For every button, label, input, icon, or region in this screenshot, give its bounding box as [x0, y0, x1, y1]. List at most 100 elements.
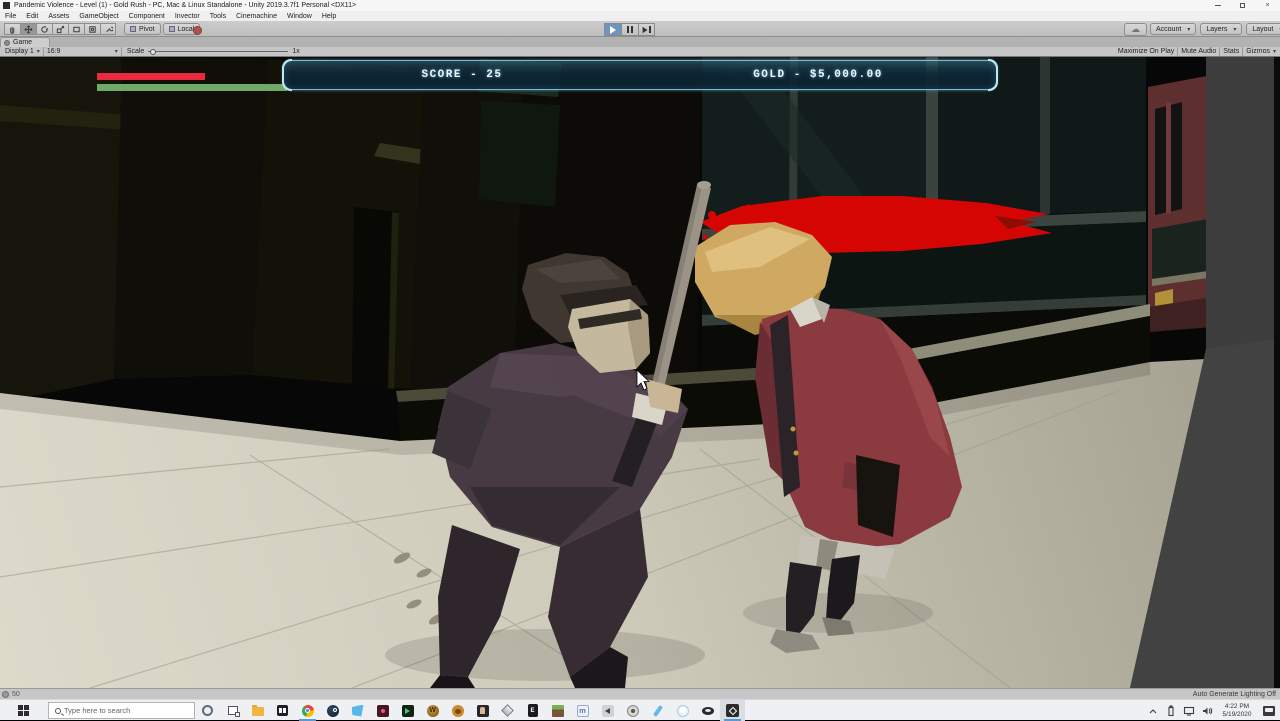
gizmos-dropdown[interactable]: Gizmos ▾ [1243, 47, 1279, 56]
step-button[interactable] [638, 23, 655, 36]
inkscape-button[interactable] [495, 700, 520, 721]
game-dark-red-icon [377, 705, 389, 717]
feather-app-icon [652, 704, 662, 716]
task-view-button[interactable] [220, 700, 245, 721]
maximize-button[interactable] [1230, 0, 1255, 11]
account-dropdown[interactable]: Account ▾ [1150, 23, 1196, 35]
microsoft-store-icon [277, 705, 288, 716]
play-button[interactable] [604, 23, 621, 36]
scale-tool-button[interactable] [52, 23, 68, 35]
camera-app-button[interactable] [620, 700, 645, 721]
custom-tool-button[interactable] [100, 23, 116, 35]
tab-game[interactable]: Game [0, 37, 50, 47]
local-label: Local [178, 26, 195, 33]
game-dark-red-button[interactable] [370, 700, 395, 721]
menu-help[interactable]: Help [317, 13, 341, 20]
menu-file[interactable]: File [0, 13, 21, 20]
file-explorer-button[interactable] [245, 700, 270, 721]
display-tray-button[interactable] [1180, 700, 1198, 721]
menu-window[interactable]: Window [282, 13, 317, 20]
scale-label: Scale [127, 48, 145, 55]
layers-dropdown[interactable]: Layers ▾ [1200, 23, 1242, 35]
paint3d-button[interactable] [345, 700, 370, 721]
game-viewport[interactable]: SCORE - 25 GOLD - $5,000.00 [0, 57, 1280, 688]
epic-games-button[interactable]: E [520, 700, 545, 721]
rotate-tool-button[interactable] [36, 23, 52, 35]
menu-gameobject[interactable]: GameObject [74, 13, 123, 20]
lighting-status[interactable]: Auto Generate Lighting Off [1193, 691, 1276, 698]
menu-invector[interactable]: Invector [170, 13, 205, 20]
close-button[interactable]: × [1255, 0, 1280, 11]
game-scene [0, 57, 1280, 688]
transform-tool-button[interactable] [84, 23, 100, 35]
mail-app-button[interactable]: m [570, 700, 595, 721]
pause-button[interactable] [621, 23, 638, 36]
view-tabstrip: Game [0, 37, 1280, 47]
console-message-icon[interactable] [2, 691, 9, 698]
taskbar-search[interactable] [48, 702, 195, 719]
collab-cloud-button[interactable]: ☁ [1124, 23, 1147, 36]
stats-toggle[interactable]: Stats [1220, 47, 1243, 56]
display-dropdown[interactable]: Display 1 ▾ [2, 47, 44, 56]
oval-app-button[interactable] [695, 700, 720, 721]
menu-component[interactable]: Component [124, 13, 170, 20]
layout-dropdown[interactable]: Layout ▾ [1246, 23, 1280, 35]
rotate-icon [40, 25, 49, 34]
water-drop-app-button[interactable] [670, 700, 695, 721]
pause-icon [627, 26, 633, 33]
pivot-toggle[interactable]: Pivot [124, 23, 161, 35]
unity-taskbar-button[interactable] [720, 700, 745, 721]
collab-status-icon[interactable] [193, 26, 202, 35]
microsoft-store-button[interactable] [270, 700, 295, 721]
menu-assets[interactable]: Assets [43, 13, 74, 20]
steam-button[interactable] [320, 700, 345, 721]
game-green-icon [402, 705, 414, 717]
menu-cinemachine[interactable]: Cinemachine [231, 13, 282, 20]
health-bar-green [97, 84, 287, 91]
game-gold-button[interactable] [445, 700, 470, 721]
battery-icon [1167, 705, 1175, 717]
warcraft-icon: W [427, 705, 439, 717]
maximize-on-play-toggle[interactable]: Maximize On Play [1115, 47, 1178, 56]
chrome-button[interactable] [295, 700, 320, 721]
volume-tray-button[interactable] [1198, 700, 1216, 721]
unity-toolbar: Pivot Local ☁ Account ▾ Layers ▾ Layo [0, 21, 1280, 37]
minecraft-button[interactable] [545, 700, 570, 721]
hand-tool-button[interactable] [4, 23, 20, 35]
rect-tool-button[interactable] [68, 23, 84, 35]
search-input[interactable] [64, 706, 174, 715]
battery-tray-button[interactable] [1162, 700, 1180, 721]
start-button[interactable] [6, 700, 40, 721]
mute-audio-toggle[interactable]: Mute Audio [1178, 47, 1220, 56]
scale-slider[interactable] [148, 51, 288, 52]
console-message[interactable]: 50 [12, 691, 20, 698]
windows-taskbar: W E m 4:22 PM 5/19/20 [0, 699, 1280, 720]
move-icon [24, 25, 33, 34]
game-green-button[interactable] [395, 700, 420, 721]
feather-app-button[interactable] [645, 700, 670, 721]
hud-bracket-left [282, 59, 292, 91]
gold-text: GOLD - $5,000.00 [640, 61, 996, 89]
menu-tools[interactable]: Tools [205, 13, 231, 20]
steam-icon [327, 705, 339, 717]
aspect-ratio-dropdown[interactable]: 16:9 ▾ [44, 47, 122, 56]
game-character-icon [477, 705, 489, 717]
hand-icon [8, 25, 17, 34]
chevron-down-icon: ▾ [1233, 26, 1236, 33]
move-tool-button[interactable] [20, 23, 36, 35]
scale-slider-knob[interactable] [150, 49, 156, 55]
warcraft-button[interactable]: W [420, 700, 445, 721]
pivot-icon [130, 26, 136, 32]
menu-edit[interactable]: Edit [21, 13, 43, 20]
tray-expand-button[interactable] [1144, 700, 1162, 721]
action-center-button[interactable] [1258, 700, 1280, 721]
taskbar-clock[interactable]: 4:22 PM 5/19/2020 [1216, 703, 1258, 719]
account-label: Account [1156, 26, 1181, 33]
chevron-up-icon [1148, 707, 1158, 715]
menubar: File Edit Assets GameObject Component In… [0, 11, 1280, 21]
game-character-button[interactable] [470, 700, 495, 721]
minimize-button[interactable] [1205, 0, 1230, 11]
audio-app-button[interactable] [595, 700, 620, 721]
cortana-button[interactable] [195, 700, 220, 721]
play-icon [610, 26, 616, 34]
